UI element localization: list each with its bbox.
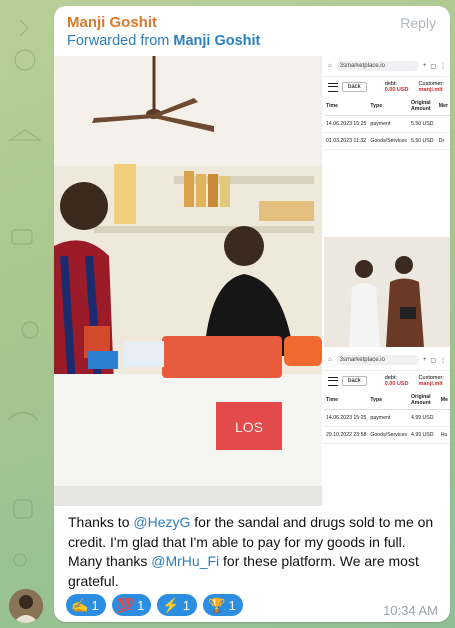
lightning-icon: ⚡ [162,596,180,613]
reactions-bar: ✍️ 1 💯 1 ⚡ 1 🏆 1 [66,594,243,616]
debt-block: debt: 0.00 USD [384,375,409,387]
debt-block: debt: 0.00 USD [384,81,409,93]
text-segment: Thanks to [68,514,134,530]
browser-url-bar: ⌂ 3smarketplace.io + ▢ ⋮ [324,56,450,77]
photo-thumbnail[interactable] [324,237,450,347]
tabs-icon: ▢ [430,63,436,70]
trophy-icon: 🏆 [208,596,226,613]
url-text: 3smarketplace.io [335,61,419,71]
hundred-points-icon: 💯 [116,596,135,613]
back-button: back [342,376,367,386]
writing-hand-icon: ✍️ [71,596,89,613]
avatar-image [9,589,43,623]
app-header-row: back debt: 0.00 USD Customer: manji.mlt [324,77,450,97]
transactions-table: Time Type Original Amount Mer 14.06.2023 1… [324,97,450,150]
two-men-photo [324,237,450,347]
message-timestamp: 10:34 AM [383,603,438,618]
screenshot-thumbnail-1[interactable]: ⌂ 3smarketplace.io + ▢ ⋮ back debt: 0.00 … [324,56,450,234]
main-photo[interactable]: LOS [54,56,322,506]
mention-link[interactable]: @HezyG [133,514,190,530]
hamburger-icon [328,376,338,386]
app-header-row: back debt: 0.00 USD Customer: manji.mlt [324,371,450,391]
reaction-count: 1 [182,597,191,613]
hamburger-icon [328,82,338,92]
sender-name[interactable]: Manji Goshit [67,14,157,31]
reaction-count: 1 [137,597,145,613]
screenshot-thumbnail-2[interactable]: ⌂ 3smarketplace.io + ▢ ⋮ back debt: 0.00 … [324,350,450,506]
plus-icon: + [422,357,427,363]
reaction-trophy[interactable]: 🏆 1 [203,594,243,616]
reaction-writing-hand[interactable]: ✍️ 1 [66,594,106,616]
mention-link[interactable]: @MrHu_Fi [151,553,219,569]
message-text: Thanks to @HezyG for the sandal and drug… [68,513,440,591]
home-icon: ⌂ [328,63,332,69]
back-button: back [342,82,367,92]
message-bubble: Manji Goshit Reply Forwarded from Manji … [54,6,450,622]
tabs-icon: ▢ [430,357,436,364]
table-row: 29.10.2022 23:58 Goods/Services 4.99 USD H… [324,426,450,444]
transactions-table: Time Type Original Amount Me 14.06.2023 15… [324,391,450,444]
reaction-count: 1 [91,597,99,613]
reaction-hundred[interactable]: 💯 1 [111,594,152,616]
menu-dots-icon: ⋮ [440,63,446,70]
customer-block: Customer: manji.mlt [418,375,444,387]
browser-url-bar: ⌂ 3smarketplace.io + ▢ ⋮ [324,350,450,371]
table-row: 01.03.2023 11:32 Goods/Services 5.50 USD D… [324,132,450,150]
menu-dots-icon: ⋮ [440,357,446,364]
reply-button[interactable]: Reply [400,15,436,31]
reaction-count: 1 [228,597,236,613]
sender-avatar[interactable] [9,589,43,623]
table-row: 14.06.2023 15:25 payment 4.99 USD [324,409,450,427]
home-icon: ⌂ [328,357,332,363]
forwarded-source: Manji Goshit [173,33,261,49]
plus-icon: + [422,63,427,69]
media-thumbnails: ⌂ 3smarketplace.io + ▢ ⋮ back debt: 0.00 … [324,56,450,506]
photo-sign-text: LOS [235,419,263,435]
forwarded-prefix: Forwarded from [67,33,170,49]
reaction-lightning[interactable]: ⚡ 1 [157,594,198,616]
customer-block: Customer: manji.mlt [418,81,444,93]
forwarded-header[interactable]: Forwarded from Manji Goshit [67,33,260,49]
shop-photo-illustration: LOS [54,56,322,506]
table-row: 14.06.2023 15:25 payment 5.50 USD [324,115,450,133]
url-text: 3smarketplace.io [335,355,419,365]
